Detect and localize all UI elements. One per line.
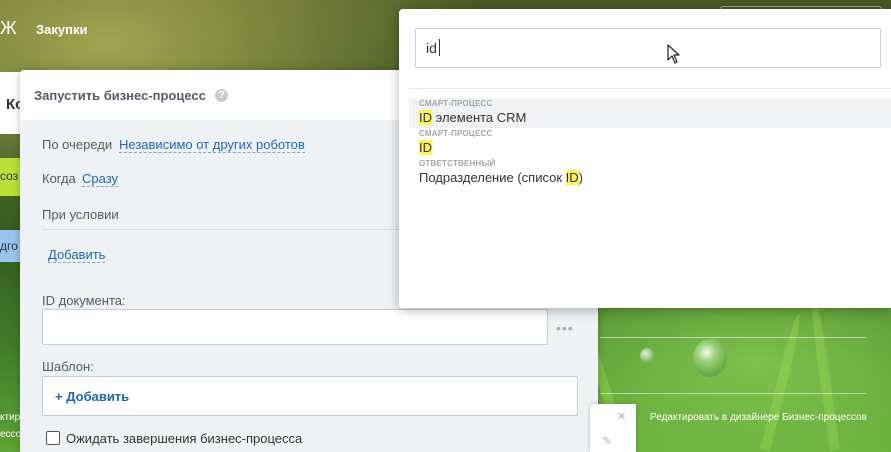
background-stage-label: дго	[0, 239, 18, 253]
add-condition-link[interactable]: Добавить	[48, 247, 106, 263]
water-drop-decoration	[693, 339, 727, 377]
divider	[600, 337, 866, 338]
result-title: ID	[419, 139, 881, 156]
order-label: По очереди	[42, 137, 113, 152]
wait-completion-label[interactable]: Ожидать завершения бизнес-процесса	[66, 431, 302, 446]
background-stage-green: соз	[0, 158, 22, 196]
search-results-list: смарт-процесс ID элемента CRM смарт-проц…	[409, 98, 891, 188]
search-result-item[interactable]: смарт-процесс ID элемента CRM	[409, 98, 891, 128]
text-caret	[439, 39, 440, 56]
result-match-highlight: ID	[565, 170, 579, 185]
divider	[409, 88, 891, 89]
result-category: смарт-процесс	[419, 129, 493, 138]
doc-id-input[interactable]	[42, 309, 548, 345]
condition-label: При условии	[42, 207, 119, 222]
edit-in-designer-link[interactable]: Редактировать в дизайнере Бизнес-процесс…	[650, 410, 870, 426]
background-link-fragment: ктир	[0, 412, 21, 423]
panel-title: Запустить бизнес-процесс	[34, 88, 206, 103]
result-title-suffix: элемента CRM	[432, 110, 527, 125]
template-field: + Добавить	[42, 376, 578, 416]
divider	[42, 229, 412, 230]
result-match-highlight: ID	[419, 110, 432, 125]
result-title: ID элемента CRM	[419, 109, 881, 126]
result-category: ответственный	[419, 159, 496, 168]
result-title: Подразделение (список ID)	[419, 169, 881, 186]
more-dots-button[interactable]: •••	[556, 320, 574, 336]
close-icon[interactable]: ✕	[617, 410, 626, 423]
result-title-suffix: )	[578, 170, 583, 185]
water-drop-decoration	[640, 348, 654, 364]
search-input[interactable]: id	[415, 28, 881, 68]
result-title-prefix: Подразделение (список	[419, 170, 566, 185]
template-label: Шаблон:	[42, 359, 94, 374]
order-value-link[interactable]: Независимо от других роботов	[119, 137, 305, 153]
mouse-pointer-icon	[667, 44, 680, 64]
background-robot-card: ✕ ✎	[590, 404, 636, 452]
help-icon[interactable]: ?	[215, 89, 228, 102]
add-template-button[interactable]: + Добавить	[55, 389, 129, 404]
when-value-link[interactable]: Сразу	[82, 171, 119, 187]
search-result-item[interactable]: ответственный Подразделение (список ID)	[409, 158, 891, 188]
result-match-highlight: ID	[419, 140, 432, 155]
doc-id-label: ID документа:	[42, 293, 126, 308]
pencil-icon[interactable]: ✎	[602, 434, 612, 448]
background-stage-blue: дго	[0, 230, 22, 262]
wait-completion-checkbox[interactable]	[46, 431, 60, 445]
when-label: Когда	[42, 171, 76, 186]
search-input-value: id	[426, 40, 437, 56]
search-result-item[interactable]: смарт-процесс ID	[409, 128, 891, 158]
divider	[600, 393, 866, 394]
field-search-popup: id смарт-процесс ID элемента CRM смарт-п…	[399, 9, 891, 308]
background-stage-label: соз	[0, 169, 19, 183]
topbar-logo-glyph: Ж	[0, 18, 17, 38]
result-category: смарт-процесс	[419, 99, 493, 108]
topbar-title[interactable]: Закупки	[36, 22, 87, 37]
